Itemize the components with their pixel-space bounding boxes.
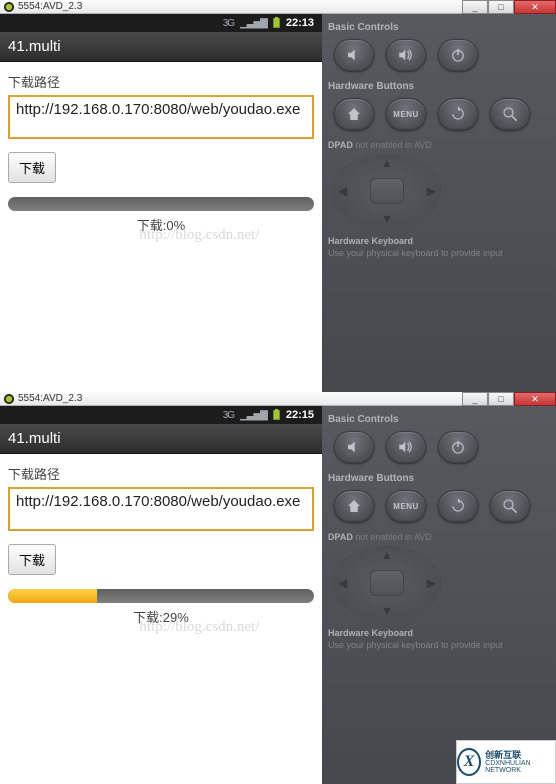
window-maximize-button[interactable]: □ [488,0,514,14]
window-title-bar[interactable]: 5554:AVD_2.3 _ □ ✕ [0,0,556,14]
hw-keyboard-text: Use your physical keyboard to provide in… [328,640,550,650]
download-path-label: 下载路径 [8,464,314,483]
window-title: 5554:AVD_2.3 [18,1,82,12]
signal-icon: ▁▃▅▇ [240,18,267,29]
progress-fill [8,589,97,603]
logo-text: 创新互联 CDXNHULIAN NETWORK [485,751,555,774]
dpad: ◀ ▶ ▲ ▼ [332,154,442,228]
back-button[interactable] [438,98,478,130]
emulator-window-2: 5554:AVD_2.3 _ □ ✕ 3G ▁▃▅▇ 22:15 41.mult… [0,392,556,784]
phone-screen: 3G ▁▃▅▇ 22:15 41.multi 下载路径 下载 下载:29% ht… [0,392,322,784]
status-bar: 3G ▁▃▅▇ 22:13 [0,14,322,32]
watermark-logo: X 创新互联 CDXNHULIAN NETWORK [456,740,556,784]
progress-bar [8,197,314,211]
basic-controls-title: Basic Controls [328,414,550,425]
phone-content: 下载路径 下载 下载:29% http://blog.csdn.net/ [0,454,322,784]
progress-text: 下载:29% [8,607,314,626]
dpad-center-button [370,178,404,204]
dpad-right-icon: ▶ [427,576,436,590]
logo-icon: X [457,748,481,776]
emulator-window-1: 5554:AVD_2.3 _ □ ✕ 3G ▁▃▅▇ 22:13 41.mult… [0,0,556,392]
dpad-left-icon: ◀ [338,184,347,198]
emulator-controls: Basic Controls Hardware Buttons MENU DPA… [322,0,556,392]
url-input[interactable] [8,95,314,139]
volume-up-button[interactable] [386,39,426,71]
window-close-button[interactable]: ✕ [514,0,556,14]
volume-up-button[interactable] [386,431,426,463]
hw-keyboard-title: Hardware Keyboard [328,628,550,638]
home-button[interactable] [334,490,374,522]
clock: 22:13 [286,17,314,29]
phone-screen: 3G ▁▃▅▇ 22:13 41.multi 下载路径 下载 下载:0% htt… [0,0,322,392]
dpad-right-icon: ▶ [427,184,436,198]
network-3g-icon: 3G [223,410,234,421]
dpad: ◀ ▶ ▲ ▼ [332,546,442,620]
window-title-bar[interactable]: 5554:AVD_2.3 _ □ ✕ [0,392,556,406]
hardware-buttons-title: Hardware Buttons [328,81,550,92]
window-close-button[interactable]: ✕ [514,392,556,406]
network-3g-icon: 3G [223,18,234,29]
status-bar: 3G ▁▃▅▇ 22:15 [0,406,322,424]
android-icon [4,394,14,404]
download-button[interactable]: 下载 [8,544,56,575]
dpad-down-icon: ▼ [381,212,393,226]
battery-icon [273,18,280,28]
dpad-left-icon: ◀ [338,576,347,590]
dpad-up-icon: ▲ [381,548,393,562]
window-minimize-button[interactable]: _ [462,0,488,14]
window-title: 5554:AVD_2.3 [18,393,82,404]
android-icon [4,2,14,12]
dpad-down-icon: ▼ [381,604,393,618]
battery-icon [273,410,280,420]
power-button[interactable] [438,39,478,71]
clock: 22:15 [286,409,314,421]
url-input[interactable] [8,487,314,531]
dpad-up-icon: ▲ [381,156,393,170]
window-controls: _ □ ✕ [462,392,556,406]
window-minimize-button[interactable]: _ [462,392,488,406]
progress-text: 下载:0% [8,215,314,234]
hw-keyboard-text: Use your physical keyboard to provide in… [328,248,550,258]
download-path-label: 下载路径 [8,72,314,91]
dpad-center-button [370,570,404,596]
volume-down-button[interactable] [334,39,374,71]
window-controls: _ □ ✕ [462,0,556,14]
menu-button[interactable]: MENU [386,490,426,522]
progress-bar [8,589,314,603]
dpad-label: DPAD not enabled in AVD [328,532,550,542]
download-button[interactable]: 下载 [8,152,56,183]
basic-controls-title: Basic Controls [328,22,550,33]
app-title-bar: 41.multi [0,32,322,62]
back-button[interactable] [438,490,478,522]
hw-keyboard-title: Hardware Keyboard [328,236,550,246]
app-title: 41.multi [8,38,61,55]
signal-icon: ▁▃▅▇ [240,410,267,421]
emulator-controls: Basic Controls Hardware Buttons MENU DPA… [322,392,556,784]
phone-content: 下载路径 下载 下载:0% http://blog.csdn.net/ [0,62,322,392]
app-title-bar: 41.multi [0,424,322,454]
search-button[interactable] [490,490,530,522]
menu-button[interactable]: MENU [386,98,426,130]
window-maximize-button[interactable]: □ [488,392,514,406]
app-title: 41.multi [8,430,61,447]
volume-down-button[interactable] [334,431,374,463]
home-button[interactable] [334,98,374,130]
dpad-label: DPAD not enabled in AVD [328,140,550,150]
power-button[interactable] [438,431,478,463]
hardware-buttons-title: Hardware Buttons [328,473,550,484]
search-button[interactable] [490,98,530,130]
